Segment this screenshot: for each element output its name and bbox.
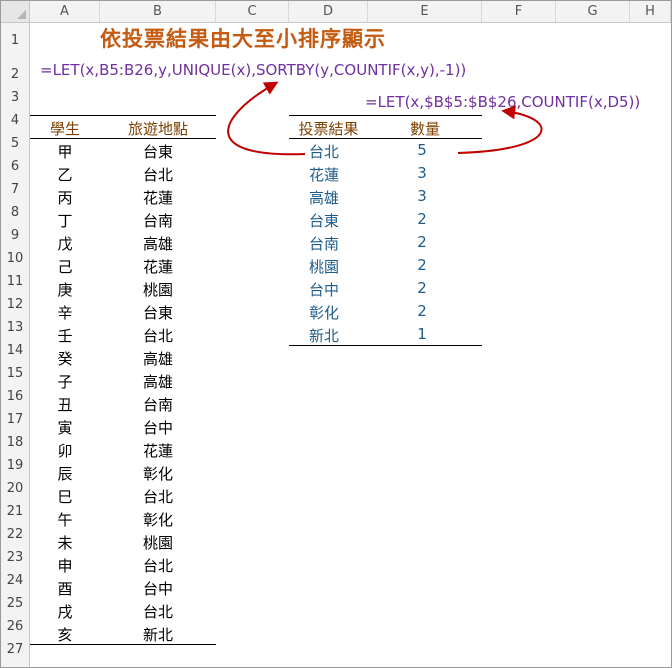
student-cell[interactable]: 庚 (30, 279, 100, 300)
vote-count-cell[interactable]: 2 (368, 256, 476, 274)
destination-cell[interactable]: 花蓮 (100, 187, 216, 208)
vote-count-cell[interactable]: 2 (368, 210, 476, 228)
student-cell[interactable]: 寅 (30, 417, 100, 438)
right-table-bottom-rule (289, 345, 482, 346)
destination-cell[interactable]: 新北 (100, 624, 216, 645)
destination-cell[interactable]: 台中 (100, 578, 216, 599)
student-cell[interactable]: 辛 (30, 302, 100, 323)
destination-cell[interactable]: 台東 (100, 302, 216, 323)
student-cell[interactable]: 卯 (30, 440, 100, 461)
student-cell[interactable]: 酉 (30, 578, 100, 599)
destination-cell[interactable]: 桃園 (100, 279, 216, 300)
destination-cell[interactable]: 台南 (100, 394, 216, 415)
vote-count-cell[interactable]: 2 (368, 302, 476, 320)
student-cell[interactable]: 壬 (30, 325, 100, 346)
destination-cell[interactable]: 台北 (100, 555, 216, 576)
header-count[interactable]: 數量 (368, 118, 482, 139)
left-table-header-rule (30, 138, 216, 139)
student-cell[interactable]: 丙 (30, 187, 100, 208)
header-student[interactable]: 學生 (30, 118, 100, 139)
destination-cell[interactable]: 彰化 (100, 509, 216, 530)
student-cell[interactable]: 丁 (30, 210, 100, 231)
student-cell[interactable]: 乙 (30, 164, 100, 185)
destination-cell[interactable]: 花蓮 (100, 256, 216, 277)
student-cell[interactable]: 亥 (30, 624, 100, 645)
vote-result-cell[interactable]: 台北 (309, 141, 369, 162)
vote-count-cell[interactable]: 3 (368, 164, 476, 182)
destination-cell[interactable]: 台北 (100, 164, 216, 185)
student-cell[interactable]: 辰 (30, 463, 100, 484)
vote-result-cell[interactable]: 新北 (309, 325, 369, 346)
student-cell[interactable]: 未 (30, 532, 100, 553)
vote-result-cell[interactable]: 彰化 (309, 302, 369, 323)
destination-cell[interactable]: 台北 (100, 486, 216, 507)
student-cell[interactable]: 丑 (30, 394, 100, 415)
student-cell[interactable]: 午 (30, 509, 100, 530)
left-table-bottom-rule (30, 644, 216, 645)
vote-count-cell[interactable]: 1 (368, 325, 476, 343)
destination-cell[interactable]: 彰化 (100, 463, 216, 484)
header-destination[interactable]: 旅遊地點 (100, 118, 216, 139)
left-table-top-rule (30, 115, 216, 116)
student-cell[interactable]: 申 (30, 555, 100, 576)
vote-count-cell[interactable]: 3 (368, 187, 476, 205)
vote-result-cell[interactable]: 台東 (309, 210, 369, 231)
destination-cell[interactable]: 高雄 (100, 233, 216, 254)
vote-result-cell[interactable]: 台南 (309, 233, 369, 254)
destination-cell[interactable]: 花蓮 (100, 440, 216, 461)
right-table-header-rule (289, 138, 482, 139)
destination-cell[interactable]: 台東 (100, 141, 216, 162)
vote-result-cell[interactable]: 花蓮 (309, 164, 369, 185)
destination-cell[interactable]: 台中 (100, 417, 216, 438)
student-cell[interactable]: 戊 (30, 233, 100, 254)
destination-cell[interactable]: 台南 (100, 210, 216, 231)
header-vote-result[interactable]: 投票結果 (289, 118, 368, 139)
destination-cell[interactable]: 桃園 (100, 532, 216, 553)
student-cell[interactable]: 戌 (30, 601, 100, 622)
student-cell[interactable]: 甲 (30, 141, 100, 162)
vote-count-cell[interactable]: 5 (368, 141, 476, 159)
vote-count-cell[interactable]: 2 (368, 279, 476, 297)
right-table-top-rule (289, 115, 482, 116)
destination-cell[interactable]: 高雄 (100, 348, 216, 369)
student-cell[interactable]: 巳 (30, 486, 100, 507)
student-cell[interactable]: 子 (30, 371, 100, 392)
vote-result-cell[interactable]: 高雄 (309, 187, 369, 208)
student-cell[interactable]: 癸 (30, 348, 100, 369)
destination-cell[interactable]: 高雄 (100, 371, 216, 392)
destination-cell[interactable]: 台北 (100, 601, 216, 622)
vote-result-cell[interactable]: 台中 (309, 279, 369, 300)
student-cell[interactable]: 己 (30, 256, 100, 277)
vote-result-cell[interactable]: 桃園 (309, 256, 369, 277)
destination-cell[interactable]: 台北 (100, 325, 216, 346)
vote-count-cell[interactable]: 2 (368, 233, 476, 251)
